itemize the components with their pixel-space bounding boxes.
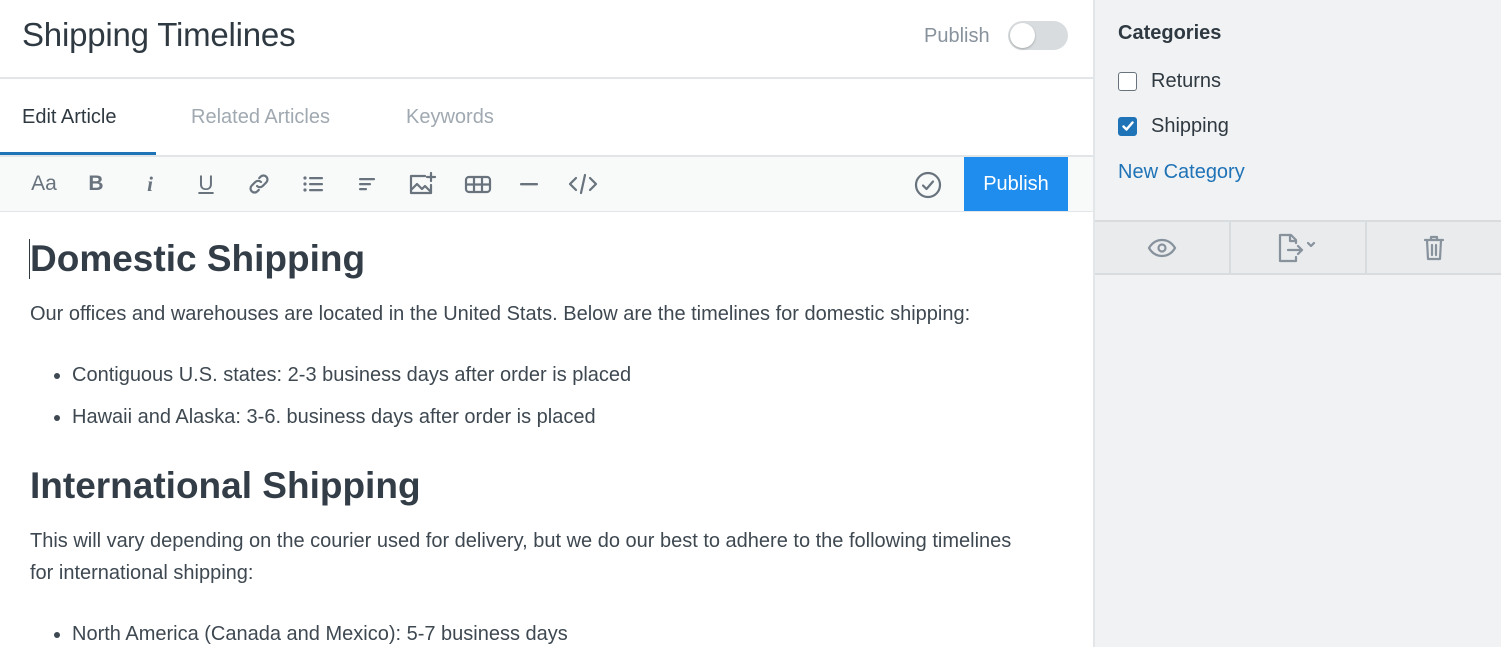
editor-toolbar: Aa B i U Publish xyxy=(0,157,1093,212)
article-sidebar: Categories Returns Shipping New Category xyxy=(1095,0,1501,647)
article-body[interactable]: Domestic Shipping Our offices and wareho… xyxy=(0,212,1093,647)
horizontal-rule-icon xyxy=(520,183,538,186)
article-actions-bar xyxy=(1095,220,1501,275)
check-circle-icon xyxy=(914,171,942,199)
list-item: Hawaii and Alaska: 3-6. business days af… xyxy=(72,404,631,446)
title-bar: Shipping Timelines Publish xyxy=(0,0,1093,79)
link-icon xyxy=(249,174,269,194)
underline-button[interactable]: U xyxy=(190,169,222,199)
heading-domestic-shipping: Domestic Shipping xyxy=(30,238,366,279)
article-title[interactable]: Shipping Timelines xyxy=(22,16,296,54)
publish-toggle-label: Publish xyxy=(924,25,990,47)
bold-icon: B xyxy=(88,172,104,195)
publish-button[interactable]: Publish xyxy=(964,157,1068,211)
tab-edit-article[interactable]: Edit Article xyxy=(22,106,116,129)
eye-icon xyxy=(1147,238,1177,257)
check-button[interactable] xyxy=(912,169,944,201)
tab-related-articles[interactable]: Related Articles xyxy=(191,106,330,129)
category-label: Shipping xyxy=(1151,114,1229,137)
category-returns[interactable]: Returns xyxy=(1118,68,1221,94)
delete-button[interactable] xyxy=(1367,222,1501,273)
international-list: North America (Canada and Mexico): 5-7 b… xyxy=(72,621,568,647)
returns-checkbox[interactable] xyxy=(1118,71,1137,91)
paragraph-domestic: Our offices and warehouses are located i… xyxy=(30,303,971,325)
list-item: Contiguous U.S. states: 2-3 business day… xyxy=(72,362,631,404)
bulleted-list-icon xyxy=(303,176,323,192)
align-icon xyxy=(359,178,375,191)
category-shipping[interactable]: Shipping xyxy=(1118,113,1229,139)
bulleted-list-button[interactable] xyxy=(297,169,329,199)
underline-icon: U xyxy=(198,172,214,195)
shipping-checkbox[interactable] xyxy=(1118,116,1137,136)
categories-title: Categories xyxy=(1118,22,1222,44)
bold-button[interactable]: B xyxy=(80,169,112,199)
domestic-list: Contiguous U.S. states: 2-3 business day… xyxy=(72,362,631,446)
font-size-icon: Aa xyxy=(31,172,57,195)
new-category-link[interactable]: New Category xyxy=(1118,161,1245,184)
preview-button[interactable] xyxy=(1095,222,1231,273)
checkmark-icon xyxy=(1121,121,1134,131)
active-tab-indicator xyxy=(0,152,156,155)
paragraph-international: This will vary depending on the courier … xyxy=(30,530,1012,584)
tab-keywords[interactable]: Keywords xyxy=(406,106,494,129)
code-icon xyxy=(568,173,598,195)
image-add-icon xyxy=(409,171,437,195)
publish-toggle[interactable] xyxy=(1008,21,1068,50)
font-size-button[interactable]: Aa xyxy=(27,169,61,199)
tab-bar: Edit Article Related Articles Keywords xyxy=(0,80,1093,157)
italic-icon: i xyxy=(147,171,153,196)
horizontal-rule-button[interactable] xyxy=(513,169,545,199)
insert-table-button[interactable] xyxy=(462,169,494,199)
list-item: North America (Canada and Mexico): 5-7 b… xyxy=(72,621,568,647)
italic-button[interactable]: i xyxy=(134,169,166,199)
code-button[interactable] xyxy=(567,169,599,199)
trash-icon xyxy=(1423,235,1445,260)
toggle-knob xyxy=(1010,23,1035,48)
category-label: Returns xyxy=(1151,69,1222,92)
export-icon xyxy=(1278,233,1316,262)
export-button[interactable] xyxy=(1231,222,1367,273)
link-button[interactable] xyxy=(243,169,275,199)
align-button[interactable] xyxy=(351,169,383,199)
table-icon xyxy=(464,175,492,194)
insert-image-button[interactable] xyxy=(406,169,438,199)
heading-international-shipping: International Shipping xyxy=(30,465,421,506)
article-editor: Shipping Timelines Publish Edit Article … xyxy=(0,0,1093,647)
